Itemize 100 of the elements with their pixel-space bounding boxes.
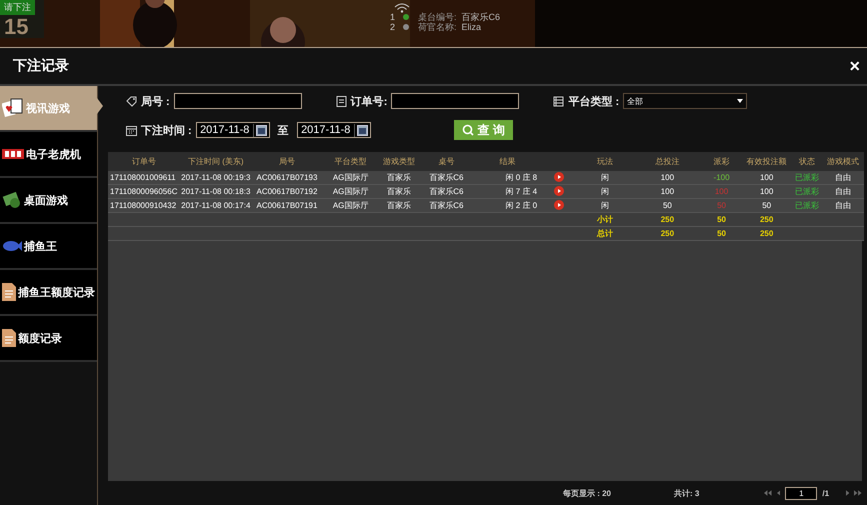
column-header: 游戏类型 bbox=[382, 157, 415, 166]
sidebar-item[interactable]: 电子老虎机 bbox=[0, 132, 97, 178]
table-cell: 闲 bbox=[600, 201, 609, 210]
countdown-label: 请下注 bbox=[0, 0, 35, 15]
page-size-label: 每页显示 : 20 bbox=[563, 488, 612, 498]
page-input-field[interactable]: 1 bbox=[785, 486, 818, 500]
table-cell: AG国际厅 bbox=[332, 187, 368, 196]
fish-icon bbox=[2, 239, 22, 253]
column-header: 派彩 bbox=[714, 157, 730, 166]
caret-icon bbox=[737, 99, 744, 103]
table-cell: 百家乐C6 bbox=[429, 187, 464, 196]
table-cell: 2017-11-08 00:18:3 bbox=[181, 187, 250, 196]
total-cell: 50 bbox=[717, 215, 726, 224]
table-cell: 百家乐 bbox=[386, 187, 411, 196]
previous-page-icon[interactable] bbox=[776, 489, 780, 497]
sidebar-item[interactable]: 额度记录 bbox=[0, 316, 97, 362]
table-cell: 已派彩 bbox=[794, 173, 819, 182]
table-cell: 50 bbox=[717, 201, 726, 210]
table-cell: 171108000910432 bbox=[110, 201, 176, 210]
row-number: 1 bbox=[390, 12, 396, 22]
field-label: 订单号: bbox=[350, 94, 388, 108]
total-cell: 250 bbox=[660, 215, 674, 224]
last-page-icon[interactable] bbox=[854, 489, 862, 497]
table-cell: 50 bbox=[762, 201, 772, 210]
search-icon bbox=[462, 124, 474, 136]
info-label: 荷官名称: bbox=[418, 22, 457, 34]
table-cell: 100 bbox=[760, 187, 774, 196]
column-header: 平台类型 bbox=[334, 157, 367, 166]
table-cell: 100 bbox=[760, 173, 774, 182]
to-label: 至 bbox=[278, 124, 289, 138]
table-cell: 百家乐 bbox=[386, 173, 411, 182]
first-page-icon[interactable] bbox=[764, 489, 772, 497]
table-cell: -100 bbox=[714, 173, 730, 182]
date-input-field[interactable]: 2017-11-8 bbox=[296, 122, 371, 138]
field-label: 平台类型 : bbox=[568, 94, 620, 108]
table-cell: 自由 bbox=[834, 187, 851, 196]
calendar-icon bbox=[126, 124, 137, 136]
table-cell: 闲 0 庄 8 bbox=[506, 173, 538, 182]
table-cell: 百家乐 bbox=[386, 201, 411, 210]
total-cell: 50 bbox=[717, 229, 726, 238]
document-icon bbox=[2, 283, 16, 301]
close-button[interactable]: × bbox=[847, 56, 862, 76]
platform-select[interactable]: 全部 bbox=[623, 93, 748, 109]
info-value: Eliza bbox=[462, 22, 482, 32]
column-header: 下注时间 (美东) bbox=[188, 157, 244, 166]
table-cell: 百家乐C6 bbox=[429, 201, 464, 210]
sidebar-item[interactable]: 捕鱼王额度记录 bbox=[0, 270, 97, 316]
column-header: 桌号 bbox=[438, 157, 454, 166]
tag-icon bbox=[126, 96, 137, 106]
column-header: 总投注 bbox=[655, 157, 680, 166]
total-label: 总计 bbox=[596, 229, 613, 238]
next-page-icon[interactable] bbox=[846, 489, 850, 497]
table-cell: AC00617B07192 bbox=[256, 187, 318, 196]
table-cell: AG国际厅 bbox=[332, 173, 368, 182]
total-label: 小计 bbox=[596, 215, 613, 224]
total-count: 共计: 3 bbox=[674, 488, 700, 498]
table-cell: 闲 bbox=[600, 173, 609, 182]
column-header: 游戏模式 bbox=[826, 157, 859, 166]
slot-machine-icon bbox=[2, 147, 24, 161]
table-cell: 自由 bbox=[834, 201, 851, 210]
column-header: 结果 bbox=[500, 157, 516, 166]
table-cell: AC00617B07193 bbox=[256, 173, 318, 182]
cash-icon bbox=[2, 191, 22, 209]
table-cell: 2017-11-08 00:17:4 bbox=[181, 201, 250, 210]
column-header: 状态 bbox=[798, 157, 815, 166]
order-input-field[interactable] bbox=[391, 93, 520, 109]
calendar-icon bbox=[354, 124, 370, 136]
table-cell: 自由 bbox=[834, 173, 851, 182]
info-value: 百家乐C6 bbox=[462, 10, 500, 24]
play-icon[interactable] bbox=[554, 186, 564, 196]
row-number: 2 bbox=[390, 22, 396, 32]
column-header: 有效投注额 bbox=[746, 157, 787, 166]
table-cell: 百家乐C6 bbox=[429, 173, 464, 182]
info-label: 桌台编号: bbox=[418, 10, 457, 22]
signal-icon bbox=[394, 3, 410, 13]
table-cell: AG国际厅 bbox=[332, 201, 368, 210]
round-input-field[interactable] bbox=[174, 93, 302, 109]
table-cell: 闲 bbox=[600, 187, 609, 196]
sidebar-item[interactable]: 捕鱼王 bbox=[0, 224, 97, 270]
field-label: 下注时间 : bbox=[141, 124, 192, 138]
table-cell: 171108001009611 bbox=[110, 173, 176, 182]
total-cell: 250 bbox=[660, 229, 674, 238]
table-cell: 2017-11-08 00:19:3 bbox=[181, 173, 250, 182]
column-header: 局号 bbox=[278, 157, 295, 166]
column-header: 订单号 bbox=[132, 157, 156, 166]
table-cell: AC00617B07191 bbox=[256, 201, 318, 210]
calendar-icon bbox=[252, 124, 269, 136]
table-cell: 100 bbox=[660, 187, 674, 196]
play-icon[interactable] bbox=[554, 172, 564, 182]
clipboard-icon bbox=[336, 95, 347, 107]
table-cell: 闲 7 庄 4 bbox=[506, 187, 538, 196]
play-icon[interactable] bbox=[554, 200, 564, 210]
total-cell: 250 bbox=[760, 229, 774, 238]
date-input-field[interactable]: 2017-11-8 bbox=[196, 122, 270, 138]
table-cell: 50 bbox=[662, 201, 672, 210]
column-header: 玩法 bbox=[596, 157, 613, 166]
table-cell: 已派彩 bbox=[794, 201, 819, 210]
sidebar-item[interactable]: 桌面游戏 bbox=[0, 178, 97, 224]
table-cell: 100 bbox=[660, 173, 674, 182]
page-count: /1 bbox=[822, 488, 830, 498]
